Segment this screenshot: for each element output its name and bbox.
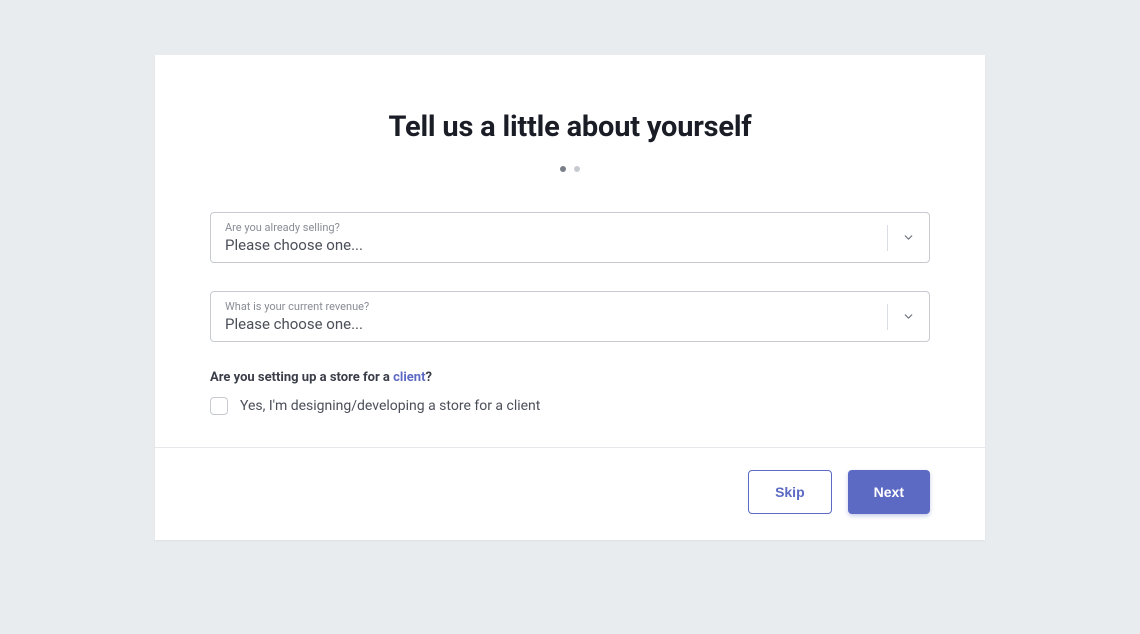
next-button[interactable]: Next bbox=[848, 470, 930, 514]
client-question-highlight: client bbox=[393, 370, 425, 385]
chevron-down-icon bbox=[887, 304, 929, 330]
client-checkbox-row: Yes, I'm designing/developing a store fo… bbox=[210, 397, 930, 415]
card-body: Tell us a little about yourself Are you … bbox=[155, 55, 985, 447]
client-checkbox-label: Yes, I'm designing/developing a store fo… bbox=[240, 398, 540, 414]
field-revenue-group: What is your current revenue? Please cho… bbox=[210, 291, 930, 342]
card-footer: Skip Next bbox=[155, 447, 985, 540]
chevron-down-icon bbox=[887, 225, 929, 251]
onboarding-card: Tell us a little about yourself Are you … bbox=[155, 55, 985, 540]
field-already-selling-group: Are you already selling? Please choose o… bbox=[210, 212, 930, 263]
progress-dots bbox=[210, 166, 930, 172]
already-selling-select[interactable]: Are you already selling? Please choose o… bbox=[210, 212, 930, 263]
client-checkbox[interactable] bbox=[210, 397, 228, 415]
progress-dot-2 bbox=[574, 166, 580, 172]
client-question-group: Are you setting up a store for a client?… bbox=[210, 370, 930, 415]
client-question-label: Are you setting up a store for a client? bbox=[210, 370, 930, 385]
page-title: Tell us a little about yourself bbox=[210, 110, 930, 144]
revenue-label: What is your current revenue? bbox=[225, 300, 874, 313]
progress-dot-1 bbox=[560, 166, 566, 172]
already-selling-label: Are you already selling? bbox=[225, 221, 874, 234]
already-selling-value: Please choose one... bbox=[225, 236, 874, 254]
skip-button[interactable]: Skip bbox=[748, 470, 832, 514]
revenue-value: Please choose one... bbox=[225, 315, 874, 333]
revenue-select[interactable]: What is your current revenue? Please cho… bbox=[210, 291, 930, 342]
client-question-prefix: Are you setting up a store for a bbox=[210, 370, 393, 385]
client-question-suffix: ? bbox=[426, 370, 432, 385]
